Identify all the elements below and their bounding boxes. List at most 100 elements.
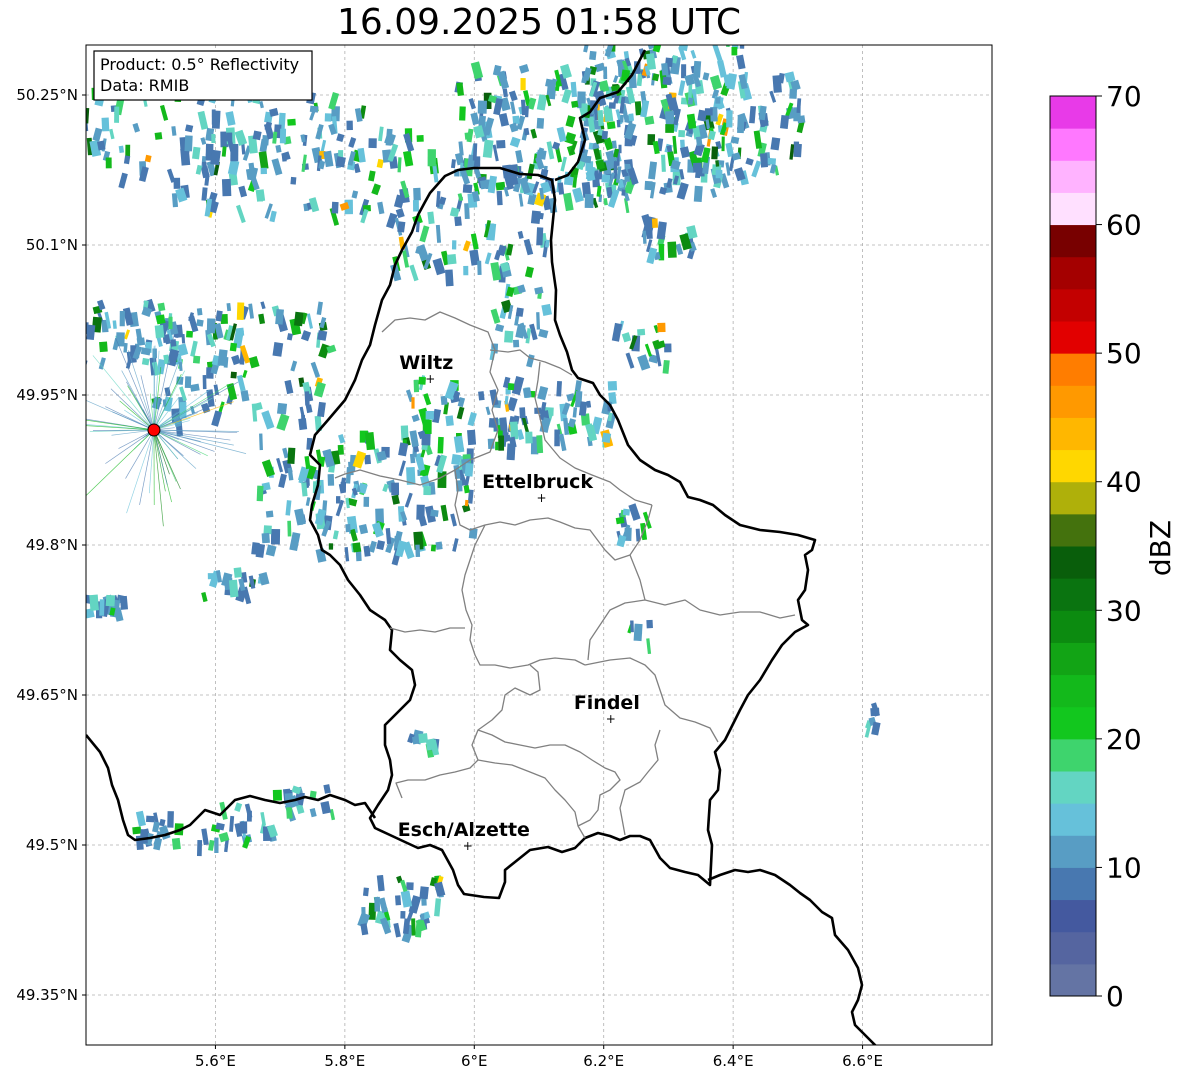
echo-cell (678, 28, 689, 40)
echo-cell (115, 332, 125, 347)
echo-cell (642, 230, 647, 244)
echo-cell (619, 114, 624, 123)
echo-cell (15, 151, 22, 165)
echo-cell (86, 107, 90, 124)
echo-cell (607, 380, 618, 391)
echo-cell (191, 146, 201, 160)
echo-cell (584, 193, 594, 208)
echo-cell (430, 509, 439, 517)
echo-cell (14, 108, 18, 116)
echo-cell (2, 98, 9, 112)
lat-tick-label: 49.8°N (26, 536, 78, 554)
echo-cell (73, 338, 79, 349)
echo-cell (45, 119, 52, 130)
echo-cell (226, 132, 233, 142)
echo-cell (375, 508, 385, 524)
colorbar-segment (1050, 481, 1096, 515)
echo-cell (667, 241, 677, 258)
echo-cell (256, 485, 264, 502)
colorbar-segment (1050, 771, 1096, 804)
echo-cell (793, 143, 802, 158)
lon-tick-label: 5.6°E (195, 1052, 236, 1070)
echo-cell (246, 810, 252, 822)
echo-cell (536, 149, 547, 160)
colorbar-segment (1050, 899, 1096, 933)
echo-cell (11, 114, 18, 127)
echo-cell (63, 318, 73, 335)
echo-cell (665, 124, 674, 133)
echo-cell (418, 733, 428, 744)
echo-cell (7, 109, 12, 118)
colorbar-segment (1050, 128, 1096, 161)
lat-tick-label: 49.5°N (26, 836, 78, 854)
echo-cell (157, 302, 166, 312)
colorbar-tick-label: 0 (1106, 980, 1124, 1013)
colorbar-segment (1050, 192, 1096, 226)
echo-cell (63, 351, 74, 364)
echo-cell (413, 187, 421, 201)
echo-cell (67, 333, 77, 350)
echo-cell (119, 595, 129, 610)
echo-cell (721, 136, 725, 152)
colorbar-segment (1050, 738, 1096, 772)
echo-cell (601, 174, 611, 183)
echo-cell (12, 112, 17, 119)
echo-cell (536, 435, 544, 454)
echo-cell (229, 342, 238, 352)
echo-cell (365, 432, 376, 451)
colorbar-segment (1050, 867, 1096, 901)
echo-cell (364, 454, 371, 465)
echo-cell (27, 110, 33, 123)
colorbar-segment (1050, 578, 1096, 611)
echo-cell (606, 121, 616, 130)
echo-cell (454, 216, 462, 227)
echo-cell (15, 150, 25, 158)
echo-cell (395, 895, 402, 906)
echo-cell (293, 311, 304, 327)
echo-cell (99, 599, 105, 616)
echo-cell (661, 62, 669, 76)
echo-cell (535, 212, 544, 220)
echo-cell (287, 118, 296, 126)
echo-cell (664, 343, 672, 353)
echo-cell (287, 447, 296, 464)
colorbar-segment (1050, 96, 1096, 129)
echo-cell (423, 486, 431, 496)
colorbar-segment (1050, 803, 1096, 836)
echo-cell (477, 260, 482, 276)
echo-cell (21, 159, 27, 172)
lat-tick-label: 49.95°N (16, 386, 78, 404)
echo-cell (205, 143, 213, 157)
echo-cell (657, 322, 666, 333)
colorbar-tick-label: 10 (1106, 851, 1142, 884)
colorbar-segment (1050, 256, 1096, 290)
colorbar-segment (1050, 513, 1096, 547)
colorbar-segment (1050, 706, 1096, 740)
echo-cell (362, 887, 369, 897)
echo-cell (495, 441, 499, 451)
echo-cell (80, 599, 84, 608)
info-product: Product: 0.5° Reflectivity (100, 55, 299, 74)
city-marker: + (463, 839, 473, 853)
echo-cell (779, 114, 790, 129)
echo-cell (507, 383, 515, 391)
echo-cell (265, 510, 274, 518)
colorbar-segment (1050, 385, 1096, 418)
echo-cell (737, 115, 745, 134)
colorbar-segment (1050, 353, 1096, 386)
echo-cell (261, 532, 270, 544)
echo-cell (279, 128, 287, 144)
echo-cell (536, 312, 541, 330)
echo-cell (69, 149, 72, 158)
echo-cell (601, 130, 608, 140)
colorbar-tick-label: 70 (1106, 80, 1142, 113)
echo-cell (759, 153, 768, 168)
echo-cell (39, 148, 51, 163)
echo-cell (687, 97, 694, 105)
echo-cell (230, 371, 237, 379)
echo-cell (335, 496, 341, 504)
echo-cell (515, 307, 524, 317)
echo-cell (616, 119, 621, 128)
echo-cell (304, 391, 310, 406)
echo-cell (66, 306, 78, 319)
